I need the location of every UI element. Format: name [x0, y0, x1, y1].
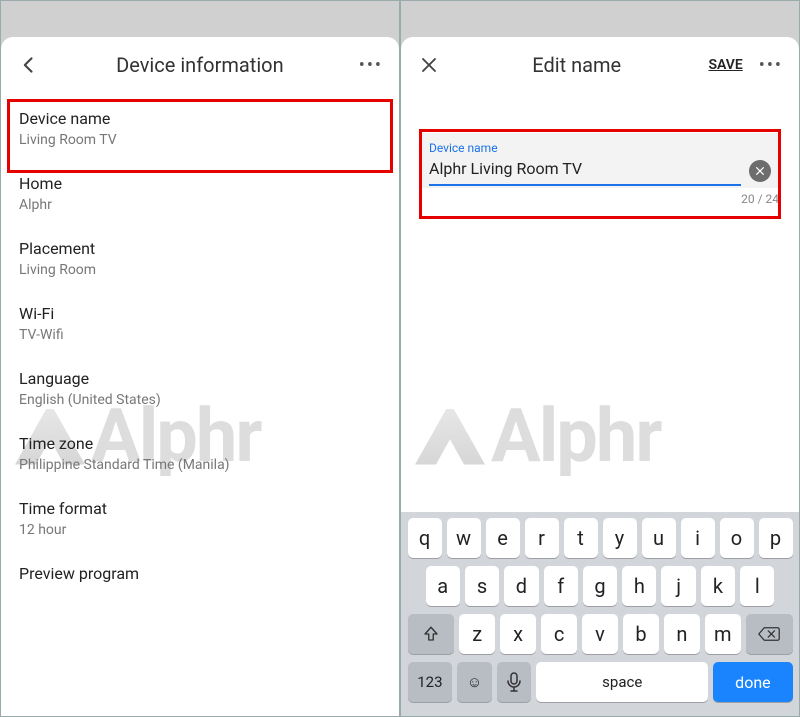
item-wifi[interactable]: Wi-Fi TV-Wifi	[1, 292, 399, 357]
space-key[interactable]: space	[536, 662, 708, 702]
keyboard: q w e r t y u i o p a s d f g h	[401, 512, 799, 716]
item-label: Language	[19, 369, 381, 388]
item-value: 12 hour	[19, 522, 381, 538]
header-right: Edit name SAVE •••	[401, 37, 799, 93]
item-time-zone[interactable]: Time zone Philippine Standard Time (Manil…	[1, 422, 399, 487]
screenshot-pair: Device information ••• Alphr Device name…	[0, 0, 800, 717]
key-z[interactable]: z	[459, 614, 495, 654]
phone-left: Device information ••• Alphr Device name…	[0, 0, 400, 717]
item-value: Alphr	[19, 197, 381, 213]
save-button[interactable]: SAVE	[708, 57, 742, 73]
item-value: English (United States)	[19, 392, 381, 408]
clear-icon[interactable]	[749, 160, 771, 182]
key-p[interactable]: p	[759, 518, 793, 558]
key-c[interactable]: c	[541, 614, 577, 654]
card-right: Edit name SAVE ••• Alphr Device name 20 …	[401, 37, 799, 716]
item-home[interactable]: Home Alphr	[1, 162, 399, 227]
key-l[interactable]: l	[740, 566, 774, 606]
device-name-input[interactable]	[429, 159, 741, 186]
card-left: Device information ••• Alphr Device name…	[1, 37, 399, 716]
key-k[interactable]: k	[701, 566, 735, 606]
page-title: Edit name	[445, 53, 708, 77]
mic-key[interactable]	[497, 662, 531, 702]
item-value: TV-Wifi	[19, 327, 381, 343]
item-language[interactable]: Language English (United States)	[1, 357, 399, 422]
item-placement[interactable]: Placement Living Room	[1, 227, 399, 292]
key-q[interactable]: q	[408, 518, 442, 558]
field-label: Device name	[429, 141, 771, 155]
watermark: Alphr	[401, 393, 799, 480]
key-r[interactable]: r	[525, 518, 559, 558]
key-o[interactable]: o	[720, 518, 754, 558]
item-label: Preview program	[19, 564, 381, 583]
edit-field-wrap: Device name	[419, 133, 781, 188]
item-value: Living Room	[19, 262, 381, 278]
item-label: Device name	[19, 109, 381, 128]
item-label: Time zone	[19, 434, 381, 453]
key-w[interactable]: w	[447, 518, 481, 558]
item-label: Placement	[19, 239, 381, 258]
status-bar	[1, 1, 399, 37]
key-f[interactable]: f	[544, 566, 578, 606]
item-time-format[interactable]: Time format 12 hour	[1, 487, 399, 552]
back-icon[interactable]	[13, 49, 45, 81]
done-key[interactable]: done	[713, 662, 792, 702]
backspace-key[interactable]	[746, 614, 793, 654]
key-j[interactable]: j	[661, 566, 695, 606]
more-icon[interactable]: •••	[755, 55, 787, 76]
content-left: Alphr Device name Living Room TV Home Alph…	[1, 93, 399, 716]
item-preview-program[interactable]: Preview program	[1, 552, 399, 601]
item-value: Living Room TV	[19, 132, 381, 148]
key-d[interactable]: d	[504, 566, 538, 606]
key-row-1: q w e r t y u i o p	[405, 518, 795, 558]
shift-key[interactable]	[408, 614, 455, 654]
phone-right: Edit name SAVE ••• Alphr Device name 20 …	[400, 0, 800, 717]
key-row-4: 123 ☺ space done	[405, 662, 795, 702]
char-counter: 20 / 24	[401, 192, 779, 206]
key-u[interactable]: u	[642, 518, 676, 558]
item-label: Time format	[19, 499, 381, 518]
key-e[interactable]: e	[486, 518, 520, 558]
key-m[interactable]: m	[705, 614, 741, 654]
key-x[interactable]: x	[500, 614, 536, 654]
status-bar	[401, 1, 799, 37]
close-icon[interactable]	[413, 49, 445, 81]
more-icon[interactable]: •••	[355, 55, 387, 76]
page-title: Device information	[45, 53, 355, 77]
key-s[interactable]: s	[465, 566, 499, 606]
numbers-key[interactable]: 123	[408, 662, 453, 702]
key-n[interactable]: n	[664, 614, 700, 654]
item-label: Wi-Fi	[19, 304, 381, 323]
key-v[interactable]: v	[582, 614, 618, 654]
header-left: Device information •••	[1, 37, 399, 93]
item-label: Home	[19, 174, 381, 193]
key-i[interactable]: i	[681, 518, 715, 558]
key-y[interactable]: y	[603, 518, 637, 558]
key-t[interactable]: t	[564, 518, 598, 558]
item-device-name[interactable]: Device name Living Room TV	[1, 97, 399, 162]
key-row-2: a s d f g h j k l	[405, 566, 795, 606]
emoji-key[interactable]: ☺	[457, 662, 491, 702]
key-h[interactable]: h	[622, 566, 656, 606]
key-a[interactable]: a	[426, 566, 460, 606]
key-b[interactable]: b	[623, 614, 659, 654]
key-row-3: z x c v b n m	[405, 614, 795, 654]
item-value: Philippine Standard Time (Manila)	[19, 457, 381, 473]
key-g[interactable]: g	[583, 566, 617, 606]
